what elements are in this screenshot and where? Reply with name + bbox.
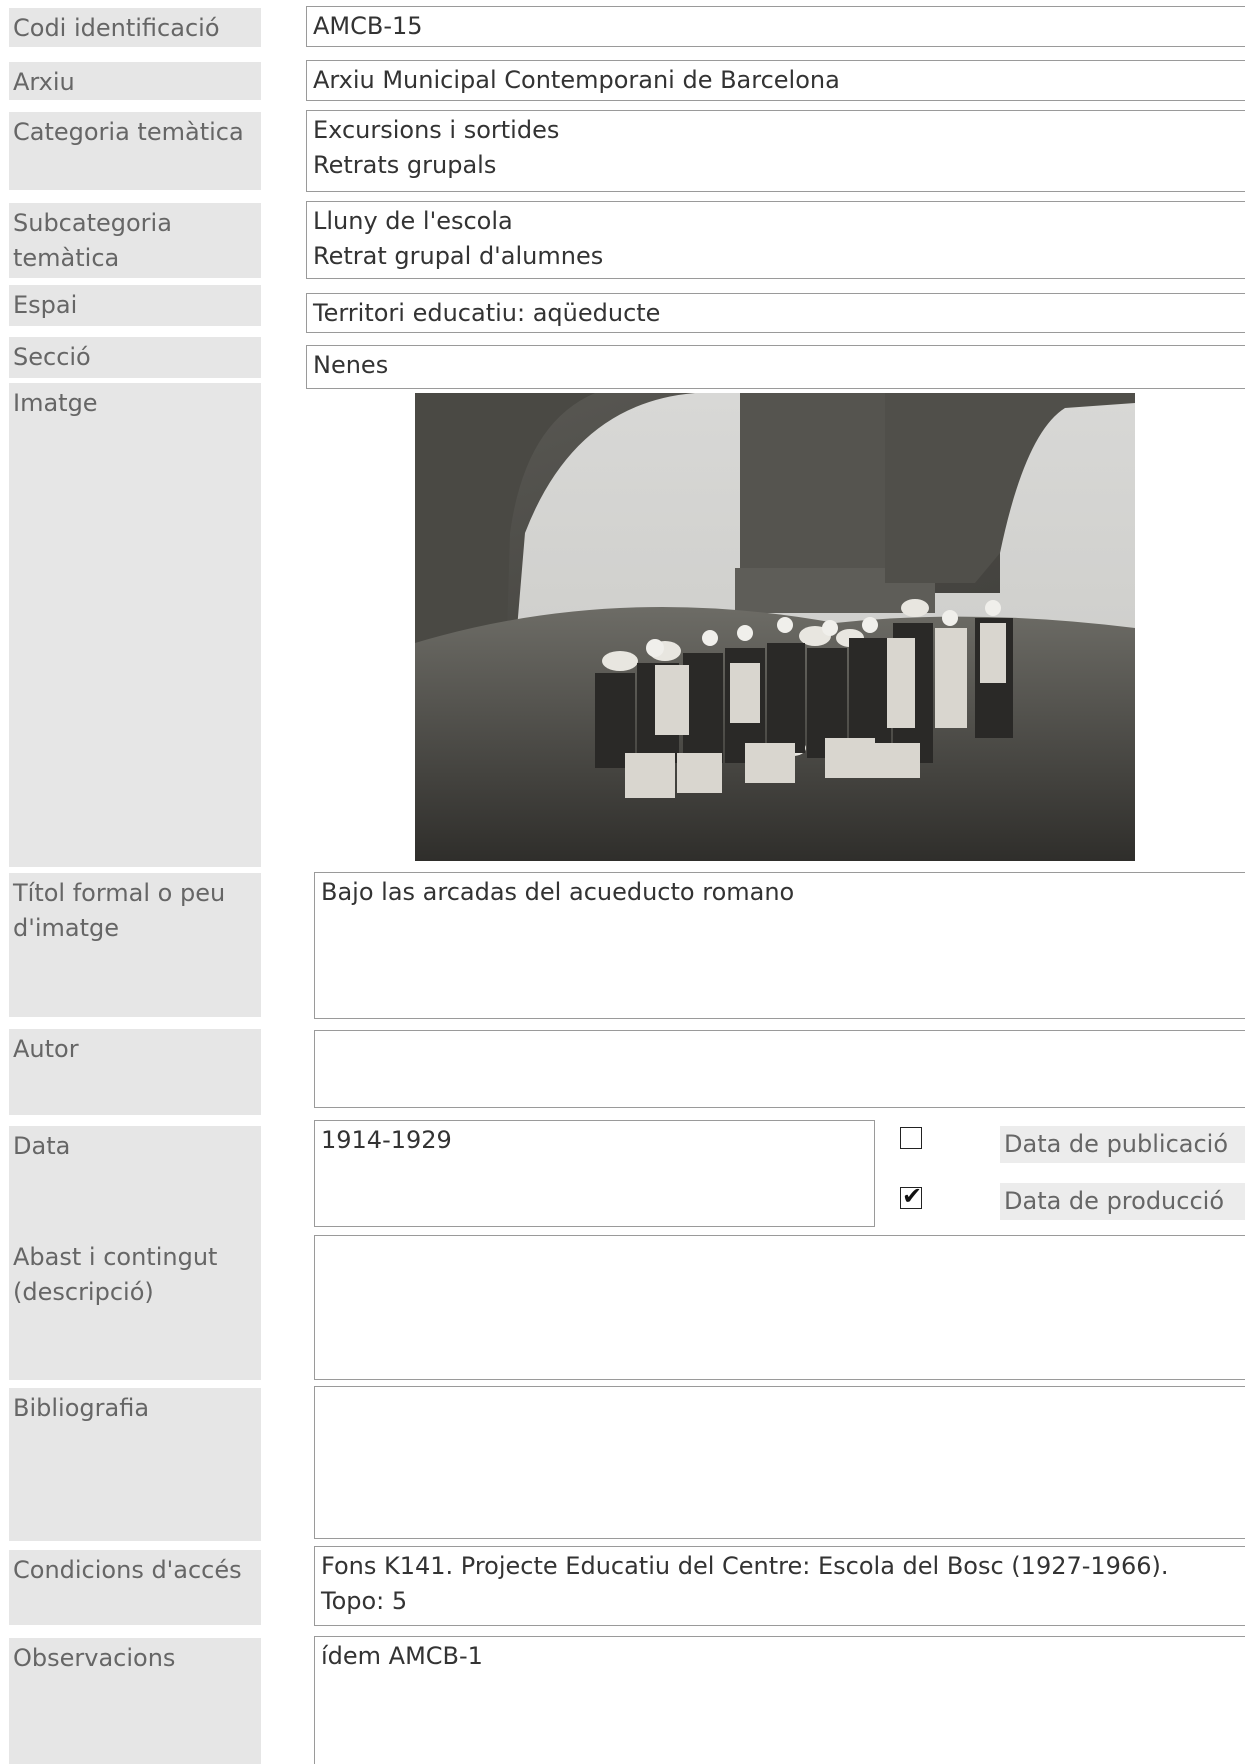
- label-observacions: Observacions: [9, 1638, 261, 1764]
- label-imatge: Imatge: [9, 383, 261, 867]
- aqueduct-photo-image: [415, 393, 1135, 861]
- label-autor: Autor: [9, 1029, 261, 1115]
- seccio-field[interactable]: Nenes: [306, 345, 1245, 389]
- label-categoria: Categoria temàtica: [9, 112, 261, 190]
- label-codi: Codi identificació: [9, 8, 261, 47]
- label-seccio: Secció: [9, 337, 261, 378]
- label-arxiu: Arxiu: [9, 62, 261, 100]
- codi-field[interactable]: AMCB-15: [306, 6, 1245, 47]
- condicions-field[interactable]: Fons K141. Projecte Educatiu del Centre:…: [314, 1546, 1245, 1626]
- label-titol: Títol formal o peu d'imatge: [9, 873, 261, 1017]
- check-mark-icon: ✔: [902, 1182, 923, 1210]
- espai-field[interactable]: Territori educatiu: aqüeducte: [306, 293, 1245, 333]
- label-data-produccio: Data de producció: [1000, 1183, 1245, 1220]
- data-field[interactable]: 1914-1929: [314, 1120, 875, 1227]
- observacions-field[interactable]: ídem AMCB-1: [314, 1636, 1245, 1764]
- titol-field[interactable]: Bajo las arcadas del acueducto romano: [314, 872, 1245, 1019]
- label-abast: Abast i contingut (descripció): [9, 1237, 261, 1380]
- checkbox-data-produccio[interactable]: ✔: [900, 1182, 922, 1210]
- label-bibliografia: Bibliografia: [9, 1388, 261, 1541]
- abast-field[interactable]: [314, 1235, 1245, 1380]
- label-data-publicacio: Data de publicació: [1000, 1126, 1245, 1163]
- aqueduct-photo: [415, 393, 1135, 861]
- label-espai: Espai: [9, 285, 261, 326]
- checkbox-data-publicacio[interactable]: [900, 1127, 922, 1149]
- arxiu-field[interactable]: Arxiu Municipal Contemporani de Barcelon…: [306, 60, 1245, 101]
- bibliografia-field[interactable]: [314, 1386, 1245, 1539]
- label-subcategoria: Subcategoria temàtica: [9, 203, 261, 278]
- autor-field[interactable]: [314, 1030, 1245, 1108]
- categoria-field[interactable]: Excursions i sortides Retrats grupals: [306, 110, 1245, 192]
- label-condicions: Condicions d'accés: [9, 1550, 261, 1625]
- subcategoria-field[interactable]: Lluny de l'escola Retrat grupal d'alumne…: [306, 201, 1245, 279]
